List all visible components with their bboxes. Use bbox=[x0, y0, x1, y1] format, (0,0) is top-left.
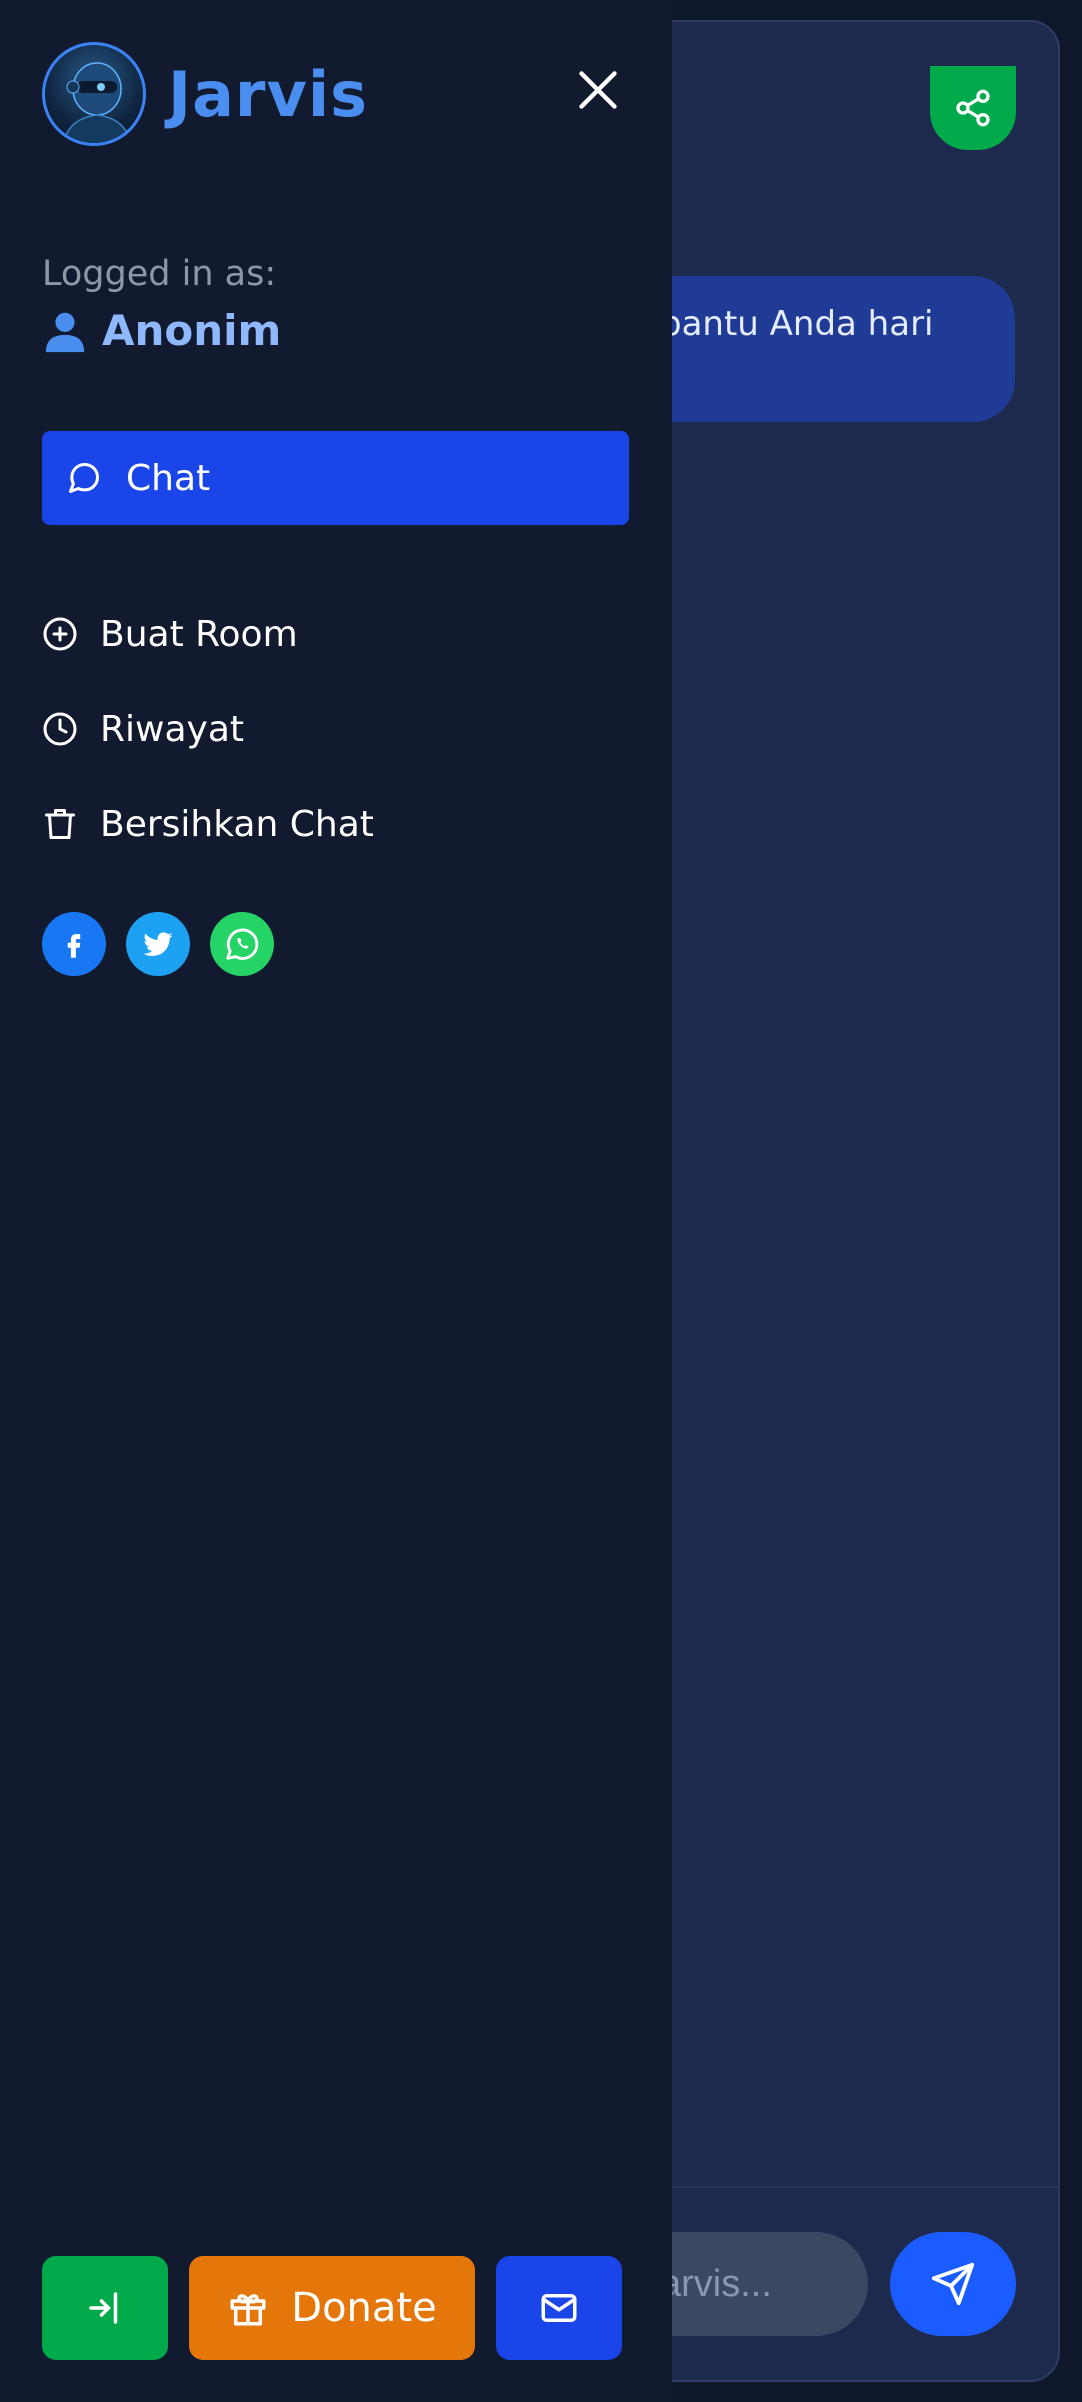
contact-mail-button[interactable] bbox=[496, 2256, 622, 2360]
user-name: Anonim bbox=[102, 306, 282, 355]
side-drawer: Jarvis Logged in as: Anonim Chat Buat Ro… bbox=[0, 0, 672, 2402]
logged-in-label: Logged in as: bbox=[42, 254, 277, 294]
plus-circle-icon bbox=[43, 617, 77, 651]
nav-item-riwayat[interactable]: Riwayat bbox=[42, 699, 244, 759]
close-drawer-button[interactable] bbox=[566, 58, 630, 122]
nav-item-label: Bersihkan Chat bbox=[100, 803, 374, 845]
send-icon bbox=[931, 2262, 975, 2306]
input-divider bbox=[630, 2186, 1060, 2188]
whatsapp-share-button[interactable] bbox=[210, 912, 274, 976]
nav-item-buat-room[interactable]: Buat Room bbox=[42, 604, 298, 664]
donate-label: Donate bbox=[291, 2285, 437, 2331]
nav-item-label: Buat Room bbox=[100, 613, 298, 655]
login-icon bbox=[89, 2292, 118, 2324]
facebook-share-button[interactable] bbox=[42, 912, 106, 976]
facebook-icon bbox=[67, 934, 81, 958]
share-button[interactable] bbox=[930, 66, 1016, 150]
send-button[interactable] bbox=[890, 2232, 1016, 2336]
app-root: pantu Anda hari Jarvis bbox=[0, 0, 1082, 2402]
gift-icon bbox=[230, 2294, 266, 2326]
nav-item-chat[interactable]: Chat bbox=[42, 431, 629, 525]
brand: Jarvis bbox=[42, 42, 368, 146]
chat-bubble-icon bbox=[69, 462, 100, 493]
nav-item-bersihkan-chat[interactable]: Bersihkan Chat bbox=[42, 794, 374, 854]
login-button[interactable] bbox=[42, 2256, 168, 2360]
twitter-icon bbox=[143, 932, 173, 957]
bot-message-text: pantu Anda hari bbox=[660, 304, 934, 344]
donate-button[interactable]: Donate bbox=[189, 2256, 475, 2360]
whatsapp-icon bbox=[226, 928, 259, 960]
clock-icon bbox=[43, 712, 77, 746]
robot-avatar-icon bbox=[42, 42, 146, 146]
nav-item-label: Riwayat bbox=[100, 708, 244, 750]
user-info: Anonim bbox=[42, 306, 281, 355]
mail-icon bbox=[541, 2294, 577, 2322]
user-icon bbox=[45, 312, 85, 352]
trash-icon bbox=[45, 809, 75, 839]
nav-item-label: Chat bbox=[126, 457, 211, 499]
share-icon bbox=[956, 89, 990, 127]
close-icon bbox=[579, 71, 617, 109]
twitter-share-button[interactable] bbox=[126, 912, 190, 976]
app-title: Jarvis bbox=[168, 57, 369, 131]
